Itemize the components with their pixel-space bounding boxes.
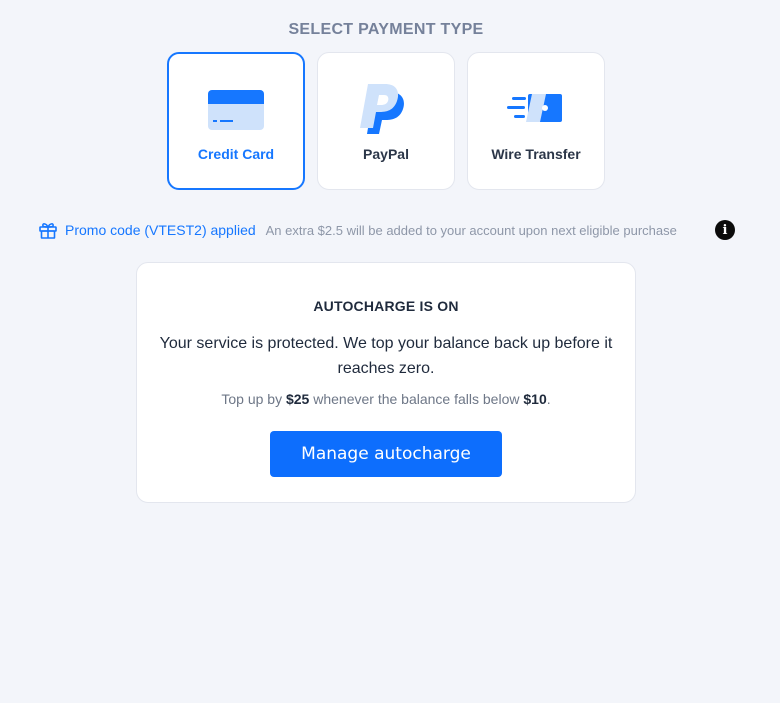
rule-suffix: . (546, 391, 551, 407)
promo-banner: Promo code (VTEST2) applied An extra $2.… (38, 219, 677, 241)
payment-type-label: Credit Card (197, 146, 275, 162)
payment-type-paypal[interactable]: PayPal (317, 52, 455, 190)
wire-transfer-icon (468, 81, 604, 137)
threshold-amount: $10 (523, 391, 547, 407)
info-icon[interactable]: i (715, 220, 735, 240)
autocharge-description: Your service is protected. We top your b… (159, 335, 613, 377)
payment-type-credit-card[interactable]: Credit Card (167, 52, 305, 190)
paypal-icon (318, 81, 454, 137)
promo-applied-text: Promo code (VTEST2) applied (65, 222, 256, 238)
rule-middle: whenever the balance falls below (309, 391, 524, 407)
autocharge-card: AUTOCHARGE IS ON Your service is protect… (136, 262, 636, 503)
promo-extra-text: An extra $2.5 will be added to your acco… (265, 222, 677, 238)
rule-prefix: Top up by (221, 391, 286, 407)
manage-autocharge-button[interactable]: Manage autocharge (270, 431, 502, 477)
autocharge-rule: Top up by $25 whenever the balance falls… (137, 391, 635, 407)
section-title: SELECT PAYMENT TYPE (288, 21, 484, 38)
payment-page: SELECT PAYMENT TYPE Credit Card PayPal W… (0, 0, 780, 703)
autocharge-title: AUTOCHARGE IS ON (313, 298, 459, 314)
credit-card-icon (169, 82, 303, 138)
payment-type-wire-transfer[interactable]: Wire Transfer (467, 52, 605, 190)
payment-type-label: Wire Transfer (491, 146, 581, 162)
gift-icon (38, 220, 58, 240)
payment-type-label: PayPal (363, 146, 409, 162)
topup-amount: $25 (285, 391, 310, 407)
